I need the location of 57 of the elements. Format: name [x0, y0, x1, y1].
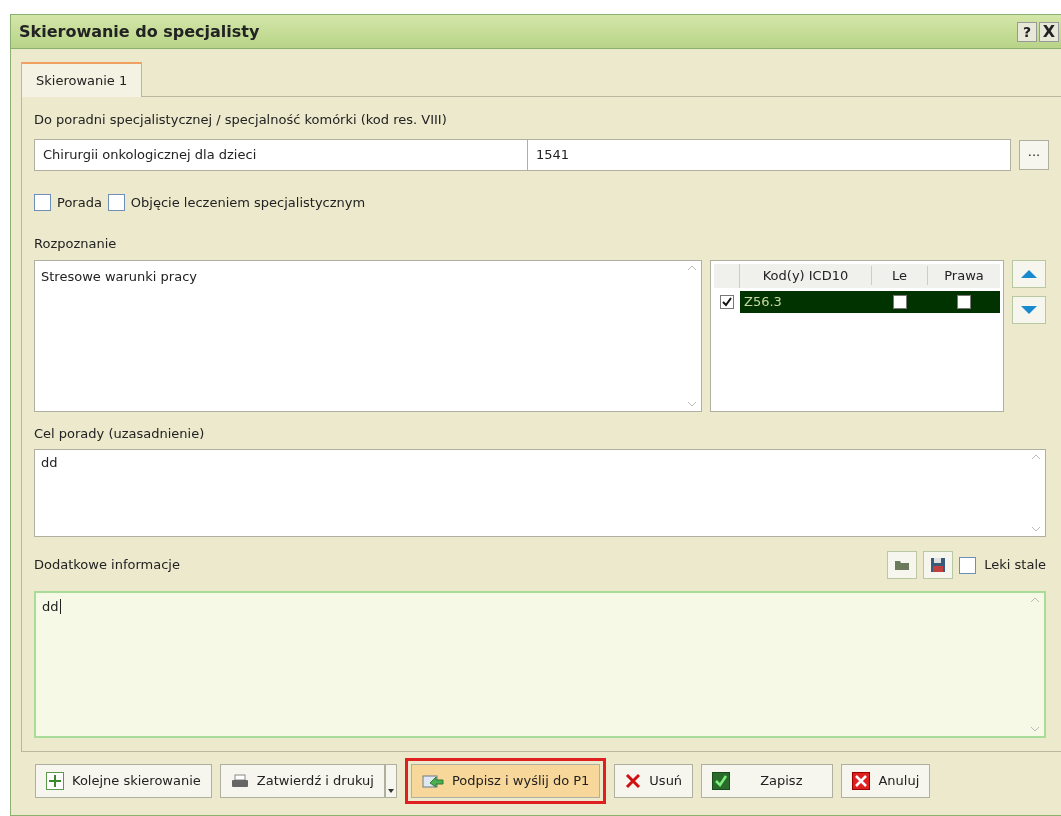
additional-info-text-area[interactable]: dd — [34, 591, 1046, 738]
scroll-down-icon[interactable] — [1030, 726, 1040, 732]
action-button[interactable]: Zapisz — [701, 764, 834, 798]
column-header: Kod(y) ICD10 — [740, 265, 872, 286]
folder-button[interactable] — [887, 551, 918, 579]
checkbox[interactable] — [34, 193, 51, 211]
checkbox[interactable] — [957, 294, 971, 309]
move-up-button[interactable] — [1012, 259, 1046, 288]
scroll-up-icon[interactable] — [1030, 597, 1040, 603]
action-button[interactable]: Usuń — [614, 764, 694, 798]
clinic-code-field[interactable]: 1541 — [528, 138, 1011, 171]
checkbox-label: Porada — [57, 193, 102, 212]
help-button[interactable]: ? — [1017, 21, 1037, 42]
diagnosis-text-area[interactable]: Stresowe warunki pracy — [34, 259, 702, 412]
close-button[interactable]: X — [1039, 21, 1059, 42]
action-button[interactable]: Zatwierdź i drukuj — [219, 764, 385, 798]
row-checkbox[interactable] — [720, 294, 734, 309]
tab[interactable]: Skierowanie 1 — [21, 62, 143, 97]
action-button[interactable]: Anuluj — [841, 764, 931, 798]
text-value: dd — [42, 599, 61, 614]
browse-button[interactable]: ... — [1019, 139, 1049, 170]
checkbox-label: Objęcie leczeniem specjalistycznym — [130, 193, 366, 212]
checkbox[interactable] — [959, 556, 977, 574]
scroll-down-icon[interactable] — [1031, 526, 1041, 532]
action-button[interactable]: Kolejne skierowanie — [35, 764, 212, 798]
up-arrow-icon — [1020, 268, 1038, 279]
checkmark-icon — [712, 772, 731, 790]
plus-icon — [46, 772, 64, 790]
column-header: Prawa — [943, 266, 985, 285]
field-label: Rozpoznanie — [34, 235, 118, 253]
down-arrow-icon — [1020, 304, 1038, 315]
table-row[interactable]: Z56.3 — [740, 290, 1000, 313]
text-value: Stresowe warunki pracy — [41, 268, 197, 284]
field-label: Dodatkowe informacje — [34, 556, 181, 575]
purpose-text-area[interactable]: dd — [34, 449, 1046, 537]
scroll-down-icon[interactable] — [687, 400, 697, 407]
folder-icon — [894, 559, 911, 571]
printer-icon — [230, 774, 249, 788]
checkbox[interactable] — [893, 294, 907, 309]
checkbox[interactable] — [107, 193, 125, 211]
send-icon — [421, 773, 444, 789]
table-cell-text: Z56.3 — [743, 292, 783, 311]
action-button[interactable]: Podpisz i wyślij do P1 — [410, 764, 601, 798]
move-down-button[interactable] — [1012, 295, 1046, 324]
delete-icon — [625, 773, 642, 789]
scroll-up-icon[interactable] — [1031, 454, 1041, 460]
field-label: Cel porady (uzasadnienie) — [34, 424, 206, 443]
cancel-icon — [852, 772, 871, 790]
checkbox-label: Leki stale — [984, 556, 1046, 575]
field-label: Do poradni specjalistycznej / specjalność komórki (kod res. VIII) — [34, 111, 448, 129]
caret-icon — [387, 789, 394, 793]
column-header: Le — [872, 265, 928, 286]
scroll-up-icon[interactable] — [687, 264, 697, 271]
save-disk-button[interactable] — [923, 551, 954, 579]
clinic-name-field[interactable]: Chirurgii onkologicznej dla dzieci — [34, 138, 528, 171]
text-value: dd — [41, 455, 58, 470]
window-title: Skierowanie do specjalisty — [19, 20, 261, 43]
